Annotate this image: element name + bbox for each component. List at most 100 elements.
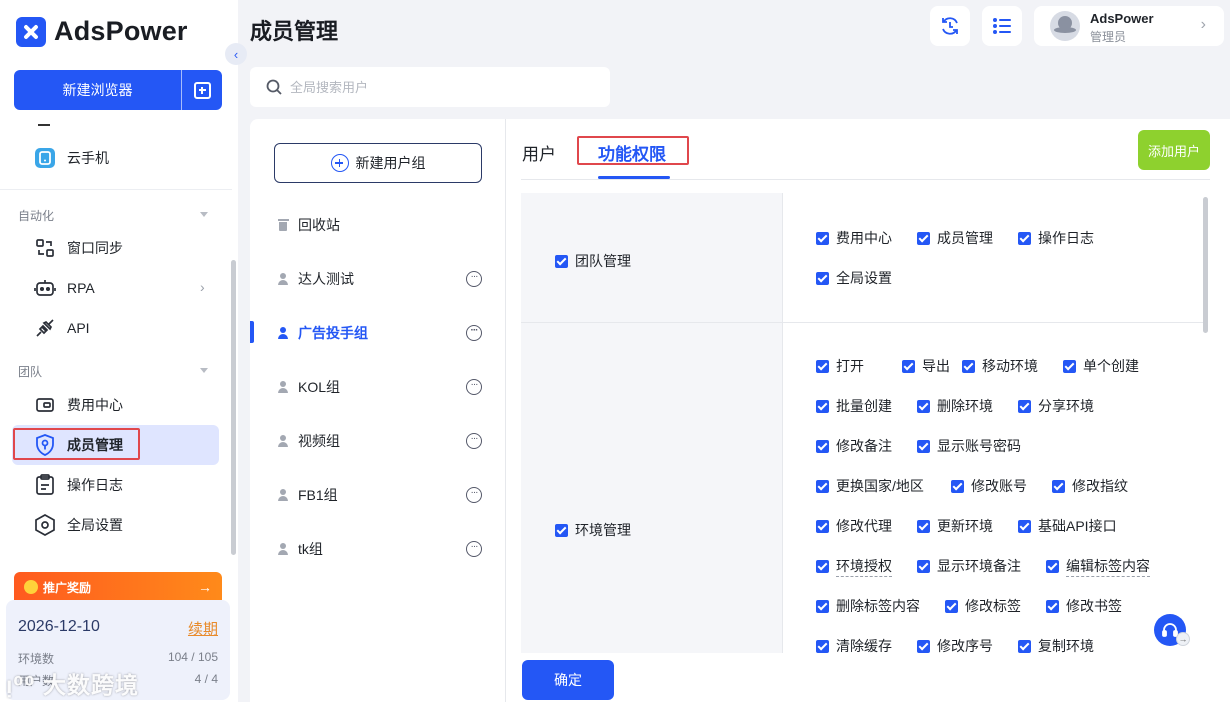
sidebar-item-window-sync[interactable]: 窗口同步	[34, 236, 123, 260]
sync-button[interactable]	[930, 6, 970, 46]
permission-row-team: 团队管理 费用中心 成员管理 操作日志 全局设置	[521, 193, 1203, 322]
group-item[interactable]: 达人测试 ···	[276, 267, 486, 291]
checkbox-permission[interactable]: 全局设置	[816, 268, 892, 288]
renew-link[interactable]: 续期	[188, 618, 218, 639]
checkbox-permission[interactable]: 批量创建	[816, 396, 892, 416]
app-logo[interactable]: AdsPower	[16, 16, 188, 47]
search-input[interactable]	[290, 79, 580, 95]
trash-icon	[276, 219, 290, 231]
sidebar-item-api[interactable]: API	[34, 316, 90, 340]
checkbox-permission[interactable]: 费用中心	[816, 228, 892, 248]
checkbox-permission[interactable]: 编辑标签内容	[1046, 556, 1150, 577]
checkbox-permission[interactable]: 单个创建	[1063, 356, 1139, 376]
collapse-sidebar-button[interactable]: ‹	[225, 43, 247, 65]
group-item[interactable]: tk组 ···	[276, 537, 486, 561]
chevron-right-icon: ›	[1200, 16, 1206, 33]
permission-category-cell	[521, 323, 782, 653]
sidebar-item-cloud-phone[interactable]: 云手机	[34, 146, 109, 170]
checkbox-permission[interactable]: 基础API接口	[1018, 516, 1117, 536]
sidebar-item-rpa[interactable]: RPA	[34, 276, 95, 300]
checkbox-checked-icon	[816, 231, 829, 245]
checkbox-permission[interactable]: 分享环境	[1018, 396, 1094, 416]
app-name: AdsPower	[54, 16, 188, 46]
highlight-frame	[13, 428, 140, 460]
window-sync-icon	[34, 237, 56, 259]
group-label: 回收站	[298, 217, 340, 233]
env-count-row: 环境数 104 / 105	[18, 650, 218, 667]
checkbox-permission[interactable]: 修改账号	[951, 476, 1027, 496]
permission-row-env: 环境管理 打开 导出 移动环境 单个创建 批量创建 删除环境 分享环境 修改备注…	[521, 323, 1203, 653]
sidebar-item-global-settings[interactable]: 全局设置	[34, 513, 123, 537]
checkbox-permission[interactable]: 打开	[816, 356, 864, 376]
checkbox-permission[interactable]: 修改备注	[816, 436, 892, 456]
tab-users[interactable]: 用户	[522, 140, 556, 165]
checkbox-permission[interactable]: 显示账号密码	[917, 436, 1021, 456]
checkbox-checked-icon	[902, 359, 915, 373]
sidebar-item-label: 云手机	[67, 150, 109, 166]
checkbox-checked-icon	[1063, 359, 1076, 373]
user-name: AdsPower	[1090, 11, 1154, 26]
checkbox-checked-icon	[1046, 599, 1059, 613]
promo-label: 推广奖励	[43, 580, 92, 595]
more-options-icon[interactable]: ···	[466, 541, 482, 557]
more-options-icon[interactable]: ···	[466, 325, 482, 341]
group-item-recycle-bin[interactable]: 回收站	[276, 213, 486, 237]
list-icon	[993, 18, 1011, 34]
checkbox-env-management[interactable]: 环境管理	[555, 520, 631, 540]
group-item-active[interactable]: 广告投手组 ···	[276, 321, 486, 345]
group-item[interactable]: KOL组 ···	[276, 375, 486, 399]
confirm-button[interactable]: 确定	[522, 660, 614, 700]
checkbox-permission[interactable]: 修改序号	[917, 636, 993, 653]
checkbox-permission[interactable]: 修改代理	[816, 516, 892, 536]
checkbox-permission[interactable]: 清除缓存	[816, 636, 892, 653]
user-icon	[276, 381, 290, 393]
partial-menu-icon	[38, 122, 50, 126]
avatar	[1050, 11, 1080, 41]
task-list-button[interactable]	[982, 6, 1022, 46]
permission-scrollbar[interactable]	[1203, 197, 1208, 333]
plus-circle-icon	[330, 154, 349, 172]
sidebar-item-label: 费用中心	[67, 397, 123, 413]
cell-divider	[782, 193, 783, 322]
cell-divider	[782, 323, 783, 653]
sidebar-scrollbar[interactable]	[231, 260, 236, 555]
coin-icon	[24, 580, 38, 594]
sidebar-item-logs[interactable]: 操作日志	[34, 473, 123, 497]
new-user-group-button[interactable]: 新建用户组	[274, 143, 482, 183]
checkbox-permission[interactable]: 复制环境	[1018, 636, 1094, 653]
checkbox-permission[interactable]: 移动环境	[962, 356, 1038, 376]
group-item[interactable]: 视频组 ···	[276, 429, 486, 453]
checkbox-permission[interactable]: 删除标签内容	[816, 596, 920, 616]
more-options-icon[interactable]: ···	[466, 487, 482, 503]
checkbox-permission[interactable]: 成员管理	[917, 228, 993, 248]
checkbox-team-management[interactable]: 团队管理	[555, 251, 631, 271]
watermark: ᴉ⁰⁰ 大数跨境	[6, 666, 139, 700]
search-icon	[266, 79, 282, 95]
section-collapse-icon[interactable]	[200, 212, 208, 217]
add-user-button[interactable]: 添加用户	[1138, 130, 1210, 170]
section-collapse-icon[interactable]	[200, 368, 208, 373]
checkbox-checked-icon	[917, 231, 930, 245]
checkbox-permission[interactable]: 导出	[902, 356, 950, 376]
checkbox-permission[interactable]: 更新环境	[917, 516, 993, 536]
checkbox-permission[interactable]: 环境授权	[816, 556, 892, 577]
more-options-icon[interactable]: ···	[466, 379, 482, 395]
batch-create-button[interactable]	[182, 70, 222, 110]
checkbox-permission[interactable]: 操作日志	[1018, 228, 1094, 248]
checkbox-permission[interactable]: 更换国家/地区	[816, 476, 924, 496]
checkbox-permission[interactable]: 修改书签	[1046, 596, 1122, 616]
checkbox-permission[interactable]: 删除环境	[917, 396, 993, 416]
checkbox-permission[interactable]: 修改指纹	[1052, 476, 1128, 496]
sidebar-item-label: 窗口同步	[67, 240, 123, 256]
new-browser-button[interactable]: 新建浏览器	[14, 70, 222, 110]
user-menu[interactable]: AdsPower 管理员 ›	[1034, 6, 1224, 46]
sidebar-item-billing[interactable]: 费用中心	[34, 393, 123, 417]
checkbox-permission[interactable]: 修改标签	[945, 596, 1021, 616]
promo-banner[interactable]: 推广奖励 →	[14, 572, 222, 602]
more-options-icon[interactable]: ···	[466, 271, 482, 287]
checkbox-permission[interactable]: 显示环境备注	[917, 556, 1021, 576]
more-options-icon[interactable]: ···	[466, 433, 482, 449]
group-item[interactable]: FB1组 ···	[276, 483, 486, 507]
checkbox-checked-icon	[1018, 231, 1031, 245]
page-title: 成员管理	[250, 19, 339, 44]
